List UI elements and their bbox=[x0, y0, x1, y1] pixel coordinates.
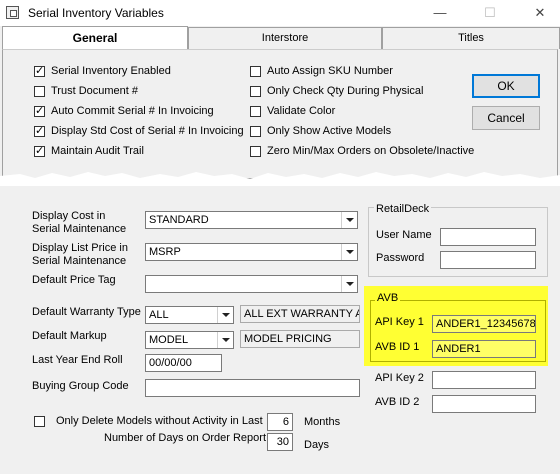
combo-value: MSRP bbox=[149, 246, 181, 258]
last-year-end-field[interactable]: 00/00/00 bbox=[145, 354, 222, 372]
days-on-order-field[interactable]: 30 bbox=[267, 433, 293, 451]
display-std-cost-checkbox[interactable] bbox=[34, 124, 45, 137]
maintain-audit-trail-checkbox[interactable] bbox=[34, 144, 45, 157]
combo-value: STANDARD bbox=[149, 214, 209, 226]
checkbox-label: Display Std Cost of Serial # In Invoicin… bbox=[51, 125, 244, 137]
checkbox-label: Zero Min/Max Orders on Obsolete/Inactive bbox=[267, 145, 475, 157]
avb-id-2-field[interactable] bbox=[432, 395, 536, 413]
api-key-2-field[interactable] bbox=[432, 371, 536, 389]
minimize-button[interactable]: — bbox=[426, 4, 454, 22]
default-price-tag-label: Default Price Tag bbox=[32, 274, 116, 286]
chevron-down-icon[interactable] bbox=[341, 276, 357, 292]
only-check-qty-checkbox[interactable] bbox=[250, 86, 261, 97]
default-price-tag-combo[interactable] bbox=[145, 275, 358, 293]
only-delete-models-checkbox[interactable] bbox=[34, 416, 45, 427]
last-year-end-label: Last Year End Roll bbox=[32, 354, 123, 366]
display-cost-combo[interactable]: STANDARD bbox=[145, 211, 358, 229]
serial-inventory-enabled-checkbox[interactable] bbox=[34, 64, 45, 77]
maximize-button[interactable]: ☐ bbox=[476, 4, 504, 22]
only-delete-label: Only Delete Models without Activity in L… bbox=[56, 415, 263, 427]
tab-titles[interactable]: Titles bbox=[382, 27, 560, 49]
auto-assign-sku-checkbox[interactable] bbox=[250, 66, 261, 77]
chevron-down-icon[interactable] bbox=[217, 332, 233, 348]
app-icon bbox=[6, 6, 19, 19]
display-list-label: Display List Price in bbox=[32, 242, 128, 254]
avb-id-2-label: AVB ID 2 bbox=[375, 396, 420, 408]
combo-value: ALL bbox=[149, 309, 169, 321]
trust-document-checkbox[interactable] bbox=[34, 86, 45, 97]
display-cost-label: Display Cost in bbox=[32, 210, 106, 222]
user-name-label: User Name bbox=[376, 229, 432, 241]
checkbox-label: Serial Inventory Enabled bbox=[51, 65, 171, 77]
default-markup-combo[interactable]: MODEL bbox=[145, 331, 234, 349]
default-warranty-description: ALL EXT WARRANTY AND bbox=[240, 305, 360, 323]
checkbox-label: Only Show Active Models bbox=[267, 125, 392, 137]
default-warranty-combo[interactable]: ALL bbox=[145, 306, 234, 324]
avb-group-title: AVB bbox=[375, 292, 401, 304]
user-name-field[interactable] bbox=[440, 228, 536, 246]
only-show-active-models-checkbox[interactable] bbox=[250, 126, 261, 137]
cancel-button[interactable]: Cancel bbox=[472, 106, 540, 130]
api-key-2-label: API Key 2 bbox=[375, 372, 424, 384]
display-cost-label-2: Serial Maintenance bbox=[32, 223, 127, 235]
months-label: Months bbox=[304, 416, 341, 428]
avb-id-1-field[interactable]: ANDER1 bbox=[432, 340, 536, 358]
password-label: Password bbox=[376, 252, 425, 264]
close-button[interactable]: ✕ bbox=[526, 4, 554, 22]
combo-value: MODEL bbox=[149, 334, 189, 346]
avb-id-1-label: AVB ID 1 bbox=[375, 341, 420, 353]
checkbox-label: Maintain Audit Trail bbox=[51, 145, 144, 157]
checkbox-label: Auto Commit Serial # In Invoicing bbox=[51, 105, 214, 117]
tab-interstore[interactable]: Interstore bbox=[188, 27, 382, 49]
checkbox-label: Only Check Qty During Physical bbox=[267, 85, 424, 97]
display-list-combo[interactable]: MSRP bbox=[145, 243, 358, 261]
ok-button[interactable]: OK bbox=[472, 74, 540, 98]
checkbox-label: Validate Color bbox=[267, 105, 336, 117]
chevron-down-icon[interactable] bbox=[217, 307, 233, 323]
default-markup-label: Default Markup bbox=[32, 330, 107, 342]
zero-min-max-checkbox[interactable] bbox=[250, 146, 261, 157]
only-delete-months-field[interactable]: 6 bbox=[267, 413, 293, 431]
api-key-1-label: API Key 1 bbox=[375, 316, 424, 328]
auto-commit-serial-checkbox[interactable] bbox=[34, 104, 45, 117]
retaildeck-group-title: RetailDeck bbox=[374, 203, 432, 215]
password-field[interactable] bbox=[440, 251, 536, 269]
display-list-label-2: Serial Maintenance bbox=[32, 255, 127, 267]
chevron-down-icon[interactable] bbox=[341, 212, 357, 228]
chevron-down-icon[interactable] bbox=[341, 244, 357, 260]
days-on-order-label: Number of Days on Order Report bbox=[104, 432, 267, 444]
days-label: Days bbox=[304, 439, 330, 451]
checkbox-label: Trust Document # bbox=[51, 85, 139, 97]
tab-general[interactable]: General bbox=[2, 26, 188, 50]
window-title: Serial Inventory Variables bbox=[28, 6, 164, 20]
api-key-1-field[interactable]: ANDER1_12345678 bbox=[432, 315, 536, 333]
checkbox-label: Auto Assign SKU Number bbox=[267, 65, 393, 77]
buying-group-field[interactable] bbox=[145, 379, 360, 397]
default-markup-description: MODEL PRICING bbox=[240, 330, 360, 348]
buying-group-label: Buying Group Code bbox=[32, 380, 129, 392]
validate-color-checkbox[interactable] bbox=[250, 106, 261, 117]
default-warranty-label: Default Warranty Type bbox=[32, 306, 141, 318]
